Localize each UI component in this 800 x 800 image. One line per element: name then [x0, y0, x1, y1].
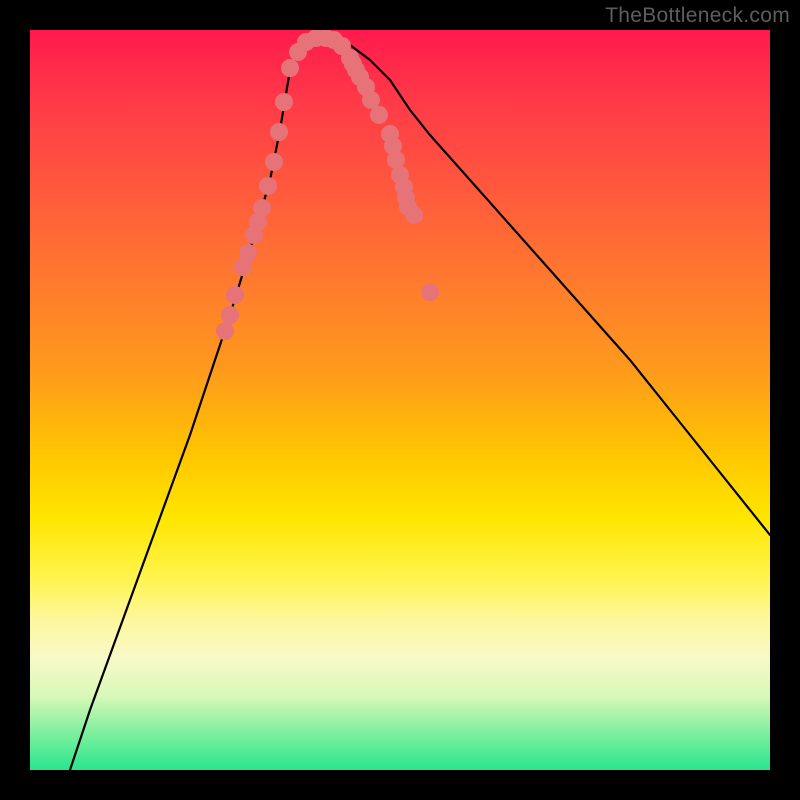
curve-marker	[399, 198, 417, 216]
curve-marker	[357, 78, 375, 96]
curve-marker	[297, 33, 315, 51]
curve-marker	[307, 30, 325, 47]
curve-marker	[270, 123, 288, 141]
curve-marker	[370, 106, 388, 124]
curve-marker	[397, 189, 415, 207]
curve-marker	[234, 258, 252, 276]
curve-marker	[253, 199, 271, 217]
bottleneck-curve	[70, 40, 770, 770]
curve-marker	[226, 286, 244, 304]
curve-marker	[381, 125, 399, 143]
curve-marker	[395, 178, 413, 196]
curve-marker	[391, 166, 409, 184]
curve-marker	[216, 322, 234, 340]
curve-marker	[317, 30, 335, 47]
curve-marker	[265, 153, 283, 171]
curve-marker	[325, 31, 343, 49]
curve-marker	[341, 49, 359, 67]
curve-marker	[259, 177, 277, 195]
curve-marker	[387, 151, 405, 169]
curve-marker	[344, 55, 362, 73]
watermark-text: TheBottleneck.com	[605, 4, 790, 28]
curve-marker	[347, 61, 365, 79]
curve-marker	[421, 283, 439, 301]
curve-marker	[221, 306, 239, 324]
curve-marker	[384, 137, 402, 155]
curve-marker	[289, 43, 307, 61]
curve-marker	[351, 68, 369, 86]
curve-marker	[405, 206, 423, 224]
curve-marker	[249, 213, 267, 231]
curve-marker	[239, 244, 257, 262]
curve-marker	[362, 91, 380, 109]
outer-frame: TheBottleneck.com	[0, 0, 800, 800]
curve-marker	[281, 59, 299, 77]
plot-area	[30, 30, 770, 770]
curve-marker-group	[216, 30, 439, 340]
curve-marker	[275, 93, 293, 111]
curve-marker	[245, 226, 263, 244]
chart-svg	[30, 30, 770, 770]
curve-marker	[333, 37, 351, 55]
